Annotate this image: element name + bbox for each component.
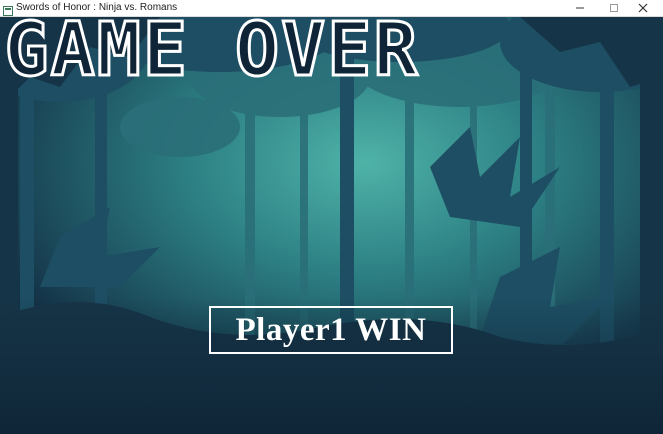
- game-over-title: GAME OVER: [3, 17, 420, 87]
- close-button[interactable]: [623, 0, 663, 16]
- game-canvas[interactable]: GAME OVER Player1 WIN: [0, 17, 663, 434]
- window-titlebar[interactable]: Swords of Honor : Ninja vs. Romans: [0, 0, 663, 17]
- minimize-icon: [576, 7, 584, 9]
- result-text: Player1 WIN: [235, 311, 427, 348]
- game-over-text: GAME OVER: [5, 17, 420, 87]
- window-title: Swords of Honor : Ninja vs. Romans: [16, 2, 178, 13]
- maximize-icon: [610, 4, 618, 12]
- app-window-icon: [3, 3, 13, 16]
- result-box: Player1 WIN: [209, 306, 453, 354]
- close-icon: [638, 3, 648, 13]
